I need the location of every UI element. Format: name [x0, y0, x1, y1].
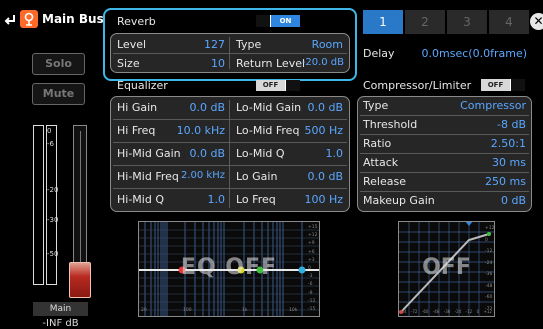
reverb-level-value[interactable]: 127 — [180, 38, 225, 51]
eq-hi-freq-label: Hi Freq — [117, 124, 156, 137]
level-meter-left — [33, 125, 44, 285]
channel-color-icon — [20, 10, 38, 28]
tab-2[interactable]: 2 — [405, 10, 445, 34]
comp-ratio-label: Ratio — [363, 137, 392, 150]
eq-lomid-freq-value[interactable]: 500 Hz — [290, 124, 343, 137]
eq-lo-gain-label: Lo Gain — [236, 170, 278, 183]
meter-tick: -20 — [47, 186, 59, 194]
eq-lomid-gain-value[interactable]: 0.0 dB — [290, 101, 343, 114]
comp-release-label: Release — [363, 175, 406, 188]
comp-threshold-value[interactable]: -8 dB — [430, 118, 526, 131]
eq-graph[interactable]: EQ OFF +15 +12 +9 +6 +3 0 -3 -6 -9 -12 -15 20… — [138, 221, 320, 317]
delay-value[interactable]: 0.0msec(0.0frame) — [420, 47, 527, 60]
eq-himid-freq-value[interactable]: 2.00 kHz — [165, 170, 225, 181]
comp-threshold-label: Threshold — [363, 118, 418, 131]
eq-x-tick: 20 — [141, 308, 147, 313]
comp-attack-value[interactable]: 30 ms — [430, 156, 526, 169]
comp-ratio-value[interactable]: 2.50:1 — [430, 137, 526, 150]
eq-x-tick: 100 — [183, 308, 192, 313]
comp-y-ticks: +12 0 -12 -24 -36 -48 -60 -72 — [485, 226, 495, 312]
eq-hi-gain-label: Hi Gain — [117, 101, 158, 114]
level-readout: -INF dB — [42, 318, 79, 329]
comp-x-ticks: -84 -72 -60 -48 -36 -24 -12 0 +12 — [400, 309, 492, 314]
delay-label: Delay — [363, 47, 395, 60]
reverb-size-value[interactable]: 10 — [180, 57, 225, 70]
compressor-off-overlay: OFF — [422, 255, 471, 280]
channel-name-label: Main — [33, 302, 88, 316]
mute-button[interactable]: Mute — [32, 83, 85, 105]
back-icon[interactable] — [3, 12, 17, 26]
eq-lo-freq-label: Lo Freq — [236, 193, 276, 206]
comp-type-value[interactable]: Compressor — [430, 99, 526, 112]
comp-attack-label: Attack — [363, 156, 399, 169]
comp-release-value[interactable]: 250 ms — [430, 175, 526, 188]
equalizer-toggle[interactable]: OFF — [256, 80, 300, 91]
eq-off-overlay: EQ OFF — [180, 255, 278, 280]
comp-type-label: Type — [363, 99, 389, 112]
meter-tick: 0 — [47, 127, 52, 135]
fader-knob[interactable] — [69, 262, 91, 298]
eq-hi-gain-value[interactable]: 0.0 dB — [170, 101, 225, 114]
reverb-toggle-label: ON — [271, 15, 300, 27]
tab-4[interactable]: 4 — [489, 10, 529, 34]
meter-tick: -30 — [47, 216, 59, 224]
eq-lo-freq-value[interactable]: 100 Hz — [290, 193, 343, 206]
reverb-title: Reverb — [117, 15, 156, 28]
reverb-level-label: Level — [117, 38, 147, 51]
close-icon[interactable]: ✕ — [530, 13, 543, 30]
reverb-return-value[interactable]: -20.0 dB — [294, 57, 344, 68]
compressor-title: Compressor/Limiter — [363, 79, 472, 92]
solo-button[interactable]: Solo — [32, 53, 85, 75]
eq-himid-q-label: Hi-Mid Q — [117, 193, 164, 206]
comp-makeup-value[interactable]: 0 dB — [430, 194, 526, 207]
reverb-type-label: Type — [236, 38, 262, 51]
threshold-marker-icon[interactable] — [465, 222, 473, 226]
reverb-size-label: Size — [117, 57, 140, 70]
eq-himid-gain-value[interactable]: 0.0 dB — [170, 147, 225, 160]
eq-lomid-q-label: Lo-Mid Q — [236, 147, 285, 160]
compressor-toggle[interactable]: OFF — [481, 79, 525, 91]
equalizer-toggle-label: OFF — [256, 80, 285, 91]
meter-tick: -50 — [47, 250, 59, 258]
fader-track — [73, 125, 87, 285]
eq-x-tick: 1k — [242, 308, 248, 313]
comp-makeup-label: Makeup Gain — [363, 194, 435, 207]
eq-y-ticks: +15 +12 +9 +6 +3 0 -3 -6 -9 -12 -15 — [308, 225, 318, 313]
reverb-type-value[interactable]: Room — [295, 38, 343, 51]
tab-3[interactable]: 3 — [447, 10, 487, 34]
compressor-toggle-label: OFF — [481, 79, 510, 91]
eq-himid-q-value[interactable]: 1.0 — [170, 193, 226, 206]
eq-lo-gain-value[interactable]: 0.0 dB — [290, 170, 343, 183]
equalizer-title: Equalizer — [117, 79, 168, 92]
page-title: Main Bus — [42, 12, 104, 26]
eq-lomid-q-value[interactable]: 1.0 — [290, 147, 344, 160]
reverb-toggle[interactable]: ON — [256, 15, 300, 27]
eq-hi-freq-value[interactable]: 10.0 kHz — [165, 124, 225, 137]
meter-tick: -6 — [47, 140, 54, 148]
level-meter-right — [46, 125, 57, 285]
eq-x-tick: 10k — [289, 308, 298, 313]
tab-1[interactable]: 1 — [363, 10, 403, 34]
compressor-graph[interactable]: OFF +12 0 -12 -24 -36 -48 -60 -72 -84 -72 -60… — [398, 221, 495, 317]
